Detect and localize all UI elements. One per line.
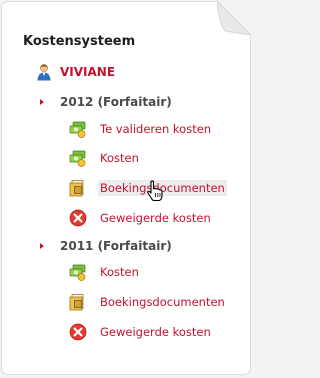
menu-item-label: Boekingsdocumenten [100, 295, 225, 309]
year-2011-toggle[interactable]: 2011 (Forfaitair) [40, 238, 172, 254]
money-icon [69, 264, 86, 281]
year-label: 2011 (Forfaitair) [60, 239, 172, 253]
rejected-icon [69, 209, 87, 227]
menu-item-kosten[interactable]: Kosten [69, 148, 141, 168]
rejected-icon [69, 323, 87, 341]
expand-arrow-icon [40, 243, 44, 249]
menu-item-boekingsdocumenten[interactable]: Boekingsdocumenten [69, 292, 227, 312]
year-2012-toggle[interactable]: 2012 (Forfaitair) [40, 94, 172, 110]
page-curl-corner [217, 1, 251, 35]
menu-item-geweigerde-kosten[interactable]: Geweigerde kosten [69, 208, 213, 228]
money-icon [69, 121, 86, 138]
hand-pointer-cursor-icon [147, 180, 163, 202]
documents-icon [69, 180, 84, 197]
menu-item-te-valideren-kosten[interactable]: Te valideren kosten [69, 119, 213, 139]
user-name: VIVIANE [60, 65, 116, 79]
menu-item-label: Kosten [100, 265, 139, 279]
panel-title: Kostensysteem [23, 34, 136, 49]
kostensysteem-panel: Kostensysteem VIVIANE 2012 (Forfaitair) … [1, 1, 251, 375]
menu-item-geweigerde-kosten[interactable]: Geweigerde kosten [69, 322, 213, 342]
money-icon [69, 150, 86, 167]
expand-arrow-icon [40, 99, 44, 105]
menu-item-label: Geweigerde kosten [100, 211, 211, 225]
menu-item-label: Te valideren kosten [100, 122, 212, 136]
documents-icon [69, 294, 84, 311]
user-row: VIVIANE [36, 62, 115, 82]
menu-item-label: Geweigerde kosten [100, 325, 211, 339]
user-icon [37, 64, 51, 81]
menu-item-kosten[interactable]: Kosten [69, 262, 141, 282]
menu-item-label: Kosten [100, 151, 139, 165]
year-label: 2012 (Forfaitair) [60, 95, 172, 109]
